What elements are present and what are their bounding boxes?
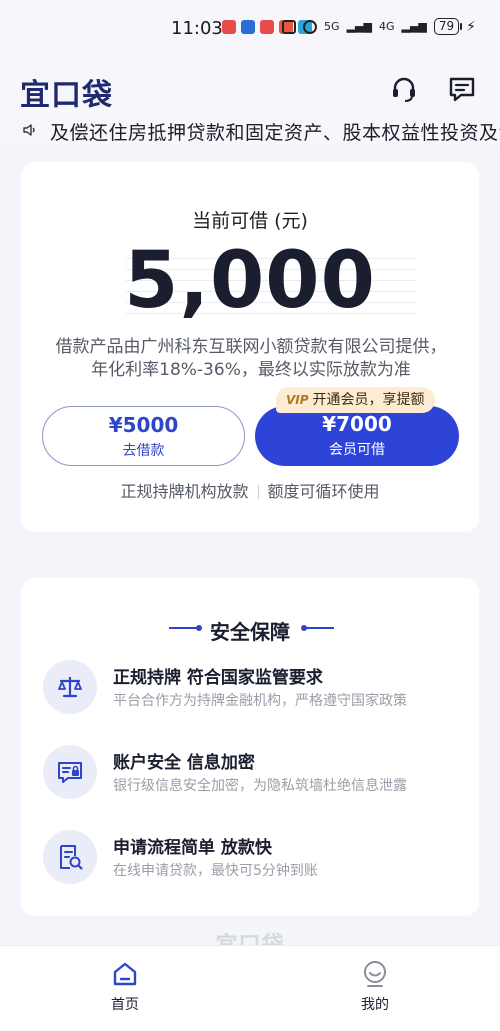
loan-amount-title: 当前可借 (元) bbox=[192, 210, 308, 232]
alarm-icon bbox=[303, 19, 318, 34]
borrow-button-amount: ¥5000 bbox=[108, 413, 179, 437]
borrow-button[interactable]: ¥5000 去借款 bbox=[42, 406, 245, 466]
loan-card: 当前可借 (元) 5,000 借款产品由广州科东互联网小额贷款有限公司提供，年化… bbox=[21, 162, 479, 532]
loan-description: 借款产品由广州科东互联网小额贷款有限公司提供，年化利率18%-36%，最终以实际… bbox=[55, 337, 447, 380]
app-header: 宜口袋 bbox=[0, 58, 500, 116]
status-time: 11:03 bbox=[171, 18, 223, 39]
speaker-icon bbox=[23, 124, 35, 136]
account-lock-icon bbox=[58, 762, 82, 783]
member-borrow-button[interactable]: ¥7000 会员可借 bbox=[255, 406, 459, 466]
notification-icon bbox=[241, 20, 255, 34]
loan-features: 正规持牌机构放款 额度可循环使用 bbox=[21, 478, 479, 502]
title-decoration-right bbox=[301, 625, 334, 631]
security-item-desc: 平台合作方为持牌金融机构，严格遵守国家政策 bbox=[113, 693, 407, 709]
signal-icon: ▂▄▆ bbox=[346, 20, 372, 33]
headset-icon bbox=[393, 77, 415, 102]
security-icon-wrap bbox=[43, 830, 97, 884]
security-item-desc: 在线申请贷款，最快可5分钟到账 bbox=[113, 863, 318, 879]
battery-indicator: 79 bbox=[433, 18, 463, 35]
status-bar: 11:03 5G ▂▄▆ 4G ▂▄▆ 79 ⚡ bbox=[0, 0, 500, 58]
signal-icon: ▂▄▆ bbox=[401, 20, 427, 33]
security-item-encryption: 账户安全 信息加密 银行级信息安全加密，为隐私筑墙杜绝信息泄露 bbox=[43, 745, 463, 803]
feature-revolving: 额度可循环使用 bbox=[267, 482, 380, 501]
vip-badge: VIP bbox=[286, 393, 309, 407]
message-icon bbox=[449, 77, 475, 102]
feature-licensed: 正规持牌机构放款 bbox=[120, 482, 249, 501]
scale-icon bbox=[58, 677, 82, 698]
message-button[interactable] bbox=[447, 74, 477, 104]
notice-text: 及偿还住房抵押贷款和固定资产、股本权益性投资及流动资金 bbox=[50, 122, 500, 144]
network-4g-label: 4G bbox=[378, 20, 395, 33]
security-item-fast: 申请流程简单 放款快 在线申请贷款，最快可5分钟到账 bbox=[43, 830, 463, 888]
vip-promo-tag[interactable]: VIP 开通会员，享提额 bbox=[276, 387, 435, 413]
security-title: 安全保障 bbox=[210, 620, 290, 644]
member-button-label: 会员可借 bbox=[329, 442, 385, 458]
security-item-title: 正规持牌 符合国家监管要求 bbox=[113, 668, 323, 688]
home-icon bbox=[113, 962, 137, 986]
notification-icon bbox=[222, 20, 236, 34]
customer-service-button[interactable] bbox=[389, 74, 419, 104]
notice-bar[interactable]: 及偿还住房抵押贷款和固定资产、股本权益性投资及流动资金 bbox=[0, 116, 500, 146]
charging-icon: ⚡ bbox=[466, 18, 476, 35]
feature-divider bbox=[257, 485, 259, 499]
tab-mine[interactable]: 我的 bbox=[320, 946, 430, 1031]
security-icon-wrap bbox=[43, 745, 97, 799]
user-face-icon bbox=[364, 961, 386, 987]
document-search-icon bbox=[60, 845, 83, 870]
security-item-licensed: 正规持牌 符合国家监管要求 平台合作方为持牌金融机构，严格遵守国家政策 bbox=[43, 660, 463, 718]
network-5g-label: 5G bbox=[324, 20, 340, 33]
tab-home[interactable]: 首页 bbox=[70, 946, 180, 1031]
status-indicators: 5G ▂▄▆ 4G ▂▄▆ 79 ⚡ bbox=[282, 18, 476, 35]
loan-amount: 5,000 bbox=[124, 236, 376, 326]
security-icon-wrap bbox=[43, 660, 97, 714]
bottom-tab-bar: 首页 我的 bbox=[0, 945, 500, 1031]
notification-icon bbox=[260, 20, 274, 34]
borrow-button-label: 去借款 bbox=[122, 443, 165, 459]
nfc-icon bbox=[282, 19, 297, 34]
tab-mine-label: 我的 bbox=[361, 997, 389, 1013]
security-item-desc: 银行级信息安全加密，为隐私筑墙杜绝信息泄露 bbox=[113, 778, 407, 794]
vip-promo-text: 开通会员，享提额 bbox=[312, 392, 425, 408]
security-card: 安全保障 正规持牌 符合国家监管要求 平台合作方为持牌金融机构，严格遵守国家政策 bbox=[21, 578, 479, 916]
security-item-title: 申请流程简单 放款快 bbox=[113, 838, 272, 858]
tab-home-label: 首页 bbox=[111, 997, 139, 1013]
security-item-title: 账户安全 信息加密 bbox=[113, 753, 255, 773]
member-button-amount: ¥7000 bbox=[322, 412, 392, 436]
app-logo: 宜口袋 bbox=[20, 78, 113, 113]
